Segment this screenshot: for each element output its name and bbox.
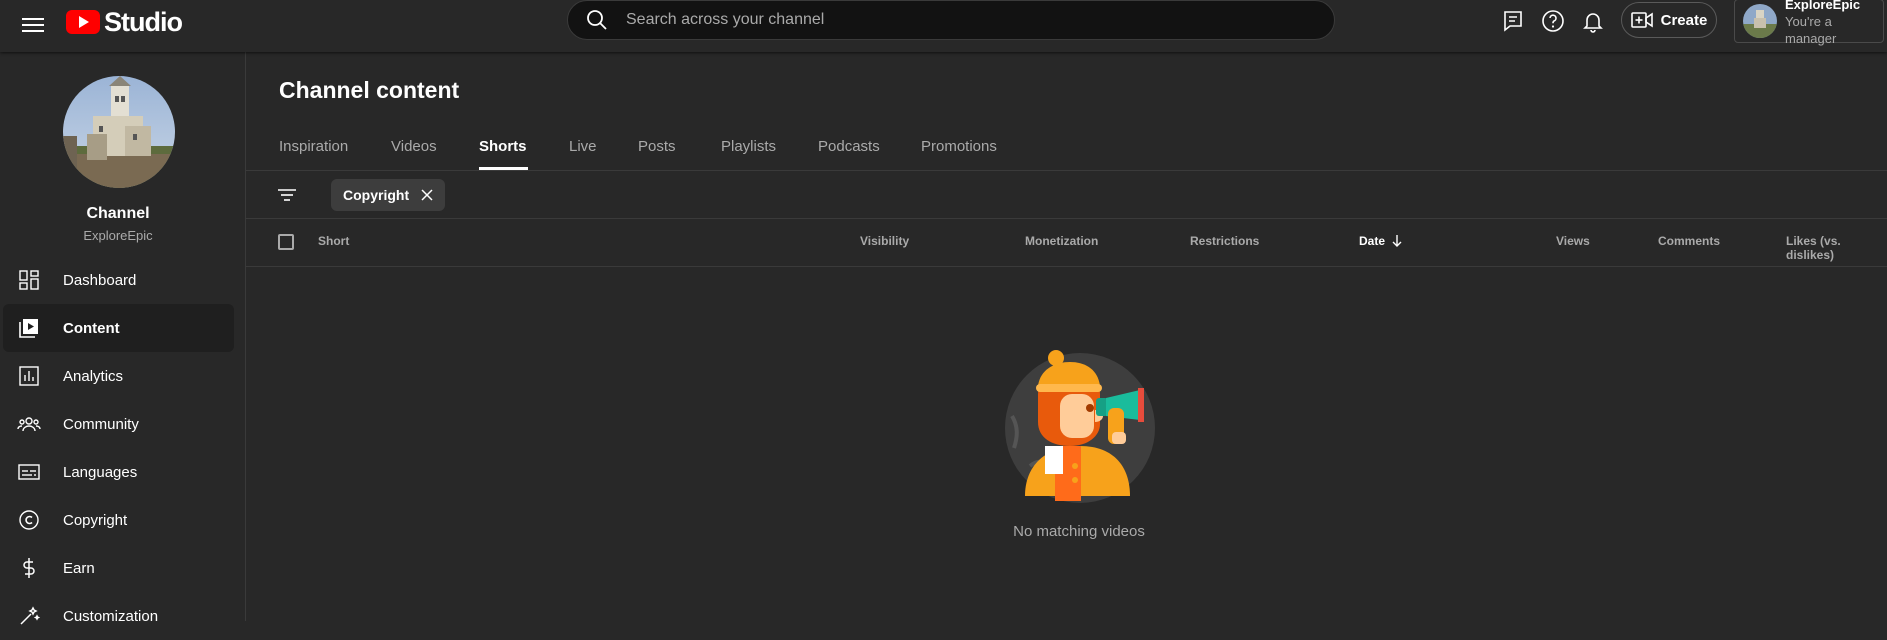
tab-posts[interactable]: Posts xyxy=(638,132,721,170)
sidebar-item-label: Content xyxy=(63,319,120,337)
sidebar-item-label: Analytics xyxy=(63,367,124,385)
languages-icon xyxy=(18,464,40,480)
earn-icon xyxy=(23,558,35,578)
sidebar-item-copyright[interactable]: Copyright xyxy=(3,496,234,544)
select-all-checkbox[interactable] xyxy=(278,234,294,250)
sidebar-item-label: Community xyxy=(63,415,139,433)
feedback-icon[interactable] xyxy=(1500,8,1526,34)
sidebar-item-label: Copyright xyxy=(63,511,128,529)
filter-chip-copyright[interactable]: Copyright xyxy=(331,179,446,211)
help-icon[interactable] xyxy=(1540,8,1566,34)
sidebar: Channel ExploreEpic Dashboard Content An… xyxy=(0,52,246,625)
column-header-visibility[interactable]: Visibility xyxy=(860,234,909,248)
account-switcher[interactable]: ExploreEpic You're a manager xyxy=(1734,0,1884,46)
tabs-divider xyxy=(246,170,1887,171)
studio-logo[interactable]: Studio xyxy=(66,4,183,40)
column-header-likes[interactable]: Likes (vs. dislikes) xyxy=(1786,234,1887,262)
analytics-icon xyxy=(19,366,39,386)
community-icon xyxy=(17,417,41,432)
empty-state-message: No matching videos xyxy=(1013,523,1145,540)
tab-shorts[interactable]: Shorts xyxy=(479,132,528,170)
avatar xyxy=(1743,4,1777,38)
account-name: ExploreEpic xyxy=(1785,0,1861,12)
sidebar-item-label: Dashboard xyxy=(63,271,137,289)
sort-down-arrow-icon xyxy=(1392,235,1402,247)
dashboard-icon xyxy=(19,270,39,290)
tab-podcasts[interactable]: Podcasts xyxy=(818,132,921,170)
column-header-monetization[interactable]: Monetization xyxy=(1025,234,1098,248)
create-button-label: Create xyxy=(1660,11,1708,29)
sidebar-item-earn[interactable]: Earn xyxy=(3,544,234,592)
search-icon[interactable] xyxy=(584,7,610,33)
menu-icon[interactable] xyxy=(18,10,48,40)
filter-divider xyxy=(246,218,1887,219)
tab-playlists[interactable]: Playlists xyxy=(721,132,818,170)
sidebar-item-dashboard[interactable]: Dashboard xyxy=(3,256,234,304)
tab-promotions[interactable]: Promotions xyxy=(921,132,1011,170)
youtube-logo-icon xyxy=(66,10,100,34)
column-header-views[interactable]: Views xyxy=(1556,234,1590,248)
channel-handle: ExploreEpic xyxy=(83,228,153,243)
column-header-date[interactable]: Date xyxy=(1359,234,1403,248)
channel-avatar[interactable] xyxy=(63,76,175,188)
notifications-icon[interactable] xyxy=(1580,8,1606,34)
empty-state-illustration xyxy=(1000,346,1180,506)
sidebar-item-community[interactable]: Community xyxy=(3,400,234,448)
sidebar-item-languages[interactable]: Languages xyxy=(3,448,234,496)
top-bar: Studio Create ExploreEpic You're a manag… xyxy=(0,0,1887,52)
add-video-icon xyxy=(1630,12,1653,28)
content-tabs: Inspiration Videos Shorts Live Posts Pla… xyxy=(279,132,1011,170)
sidebar-item-analytics[interactable]: Analytics xyxy=(3,352,234,400)
sidebar-item-label: Earn xyxy=(63,559,95,577)
account-role: You're a manager xyxy=(1785,13,1837,46)
tab-videos[interactable]: Videos xyxy=(391,132,479,170)
tab-live[interactable]: Live xyxy=(569,132,638,170)
sidebar-item-customization[interactable]: Customization xyxy=(3,592,234,640)
header-divider xyxy=(246,266,1887,267)
sidebar-item-label: Languages xyxy=(63,463,138,481)
create-button[interactable]: Create xyxy=(1621,2,1717,38)
close-icon[interactable] xyxy=(419,187,435,203)
search-input[interactable] xyxy=(624,10,1334,30)
filter-chip-label: Copyright xyxy=(343,187,410,203)
customization-icon xyxy=(20,606,41,625)
column-header-short[interactable]: Short xyxy=(318,234,349,248)
page-title: Channel content xyxy=(279,77,460,103)
sidebar-item-label: Customization xyxy=(63,607,159,625)
tab-inspiration[interactable]: Inspiration xyxy=(279,132,391,170)
filter-icon[interactable] xyxy=(274,182,300,208)
content-icon xyxy=(19,319,38,338)
sidebar-item-content[interactable]: Content xyxy=(3,304,234,352)
channel-title: Channel xyxy=(86,205,150,222)
column-header-restrictions[interactable]: Restrictions xyxy=(1190,234,1259,248)
column-header-comments[interactable]: Comments xyxy=(1658,234,1720,248)
logo-text: Studio xyxy=(104,6,183,37)
search-bar[interactable] xyxy=(567,0,1335,40)
sidebar-nav: Dashboard Content Analytics Community La… xyxy=(0,256,246,640)
copyright-icon xyxy=(19,510,39,530)
